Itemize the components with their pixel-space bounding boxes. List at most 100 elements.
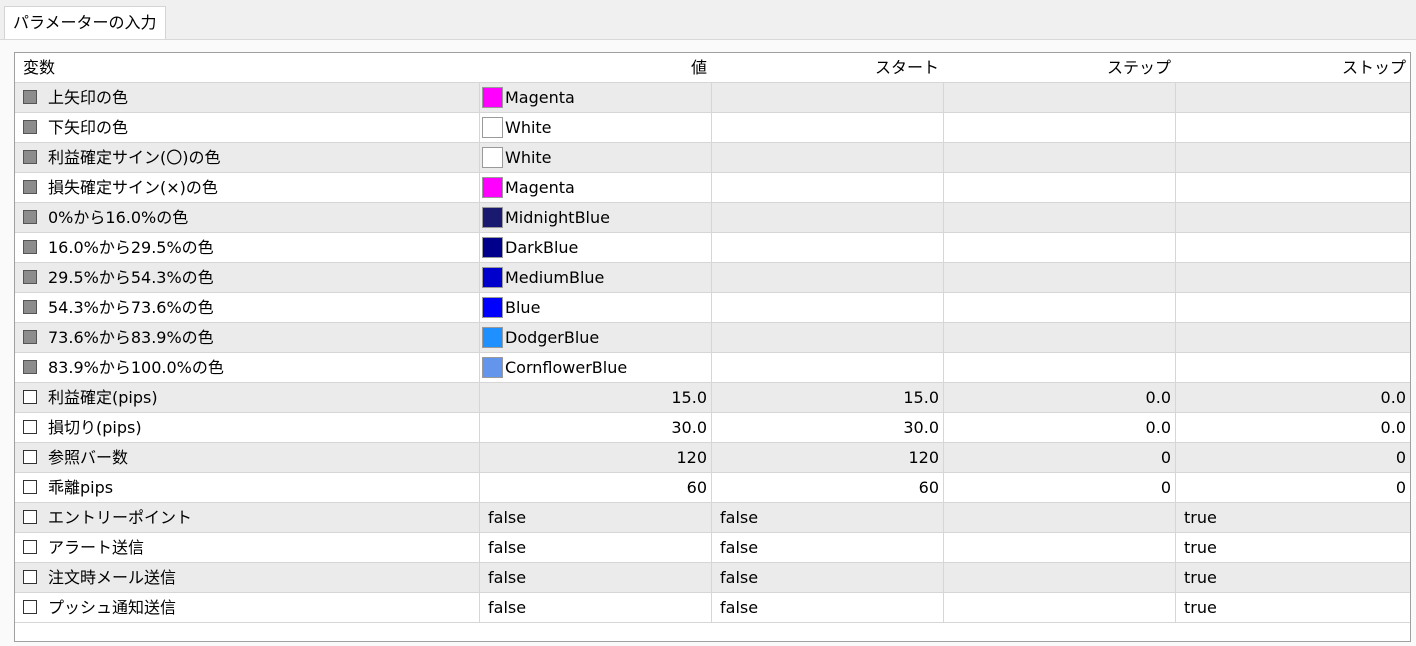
start-cell[interactable]: 30.0 [711,413,943,443]
value-cell[interactable]: false [479,533,711,563]
table-row[interactable]: 0%から16.0%の色 MidnightBlue [15,203,1410,233]
column-header-step[interactable]: ステップ [943,53,1175,83]
start-cell[interactable]: 120 [711,443,943,473]
value-cell[interactable]: Blue [479,293,711,323]
stop-cell[interactable]: 0.0 [1175,413,1410,443]
value-cell[interactable]: false [479,503,711,533]
variable-cell[interactable]: 16.0%から29.5%の色 [15,233,479,263]
optimize-checkbox[interactable] [23,330,37,344]
step-cell[interactable]: 0.0 [943,413,1175,443]
start-cell[interactable]: false [711,533,943,563]
table-row[interactable]: 29.5%から54.3%の色 MediumBlue [15,263,1410,293]
variable-cell[interactable]: 利益確定(pips) [15,383,479,413]
start-cell[interactable]: false [711,563,943,593]
table-row[interactable]: 乖離pips 60 60 0 0 [15,473,1410,503]
step-cell[interactable] [943,503,1175,533]
variable-cell[interactable]: 73.6%から83.9%の色 [15,323,479,353]
table-row[interactable]: 損失確定サイン(×)の色 Magenta [15,173,1410,203]
table-row[interactable]: 16.0%から29.5%の色 DarkBlue [15,233,1410,263]
optimize-checkbox[interactable] [23,600,37,614]
table-row[interactable]: 上矢印の色 Magenta [15,83,1410,113]
variable-cell[interactable]: 54.3%から73.6%の色 [15,293,479,323]
variable-cell[interactable]: アラート送信 [15,533,479,563]
table-row[interactable]: 注文時メール送信 false false true [15,563,1410,593]
variable-cell[interactable]: 29.5%から54.3%の色 [15,263,479,293]
variable-cell[interactable]: 損失確定サイン(×)の色 [15,173,479,203]
table-row[interactable]: 損切り(pips) 30.0 30.0 0.0 0.0 [15,413,1410,443]
variable-cell[interactable]: 0%から16.0%の色 [15,203,479,233]
stop-cell[interactable]: true [1175,593,1410,623]
optimize-checkbox[interactable] [23,300,37,314]
step-cell[interactable]: 0 [943,443,1175,473]
value-cell[interactable]: 120 [479,443,711,473]
step-cell[interactable]: 0.0 [943,383,1175,413]
stop-cell[interactable]: 0 [1175,473,1410,503]
optimize-checkbox[interactable] [23,90,37,104]
value-cell[interactable]: Magenta [479,83,711,113]
table-row[interactable]: プッシュ通知送信 false false true [15,593,1410,623]
optimize-checkbox[interactable] [23,210,37,224]
value-cell[interactable]: false [479,563,711,593]
stop-cell[interactable]: true [1175,563,1410,593]
tab-input-parameters[interactable]: パラメーターの入力 [4,6,166,40]
table-row[interactable]: 利益確定(pips) 15.0 15.0 0.0 0.0 [15,383,1410,413]
start-cell[interactable]: 60 [711,473,943,503]
variable-cell[interactable]: 損切り(pips) [15,413,479,443]
value-cell[interactable]: MediumBlue [479,263,711,293]
value-cell[interactable]: CornflowerBlue [479,353,711,383]
value-cell[interactable]: MidnightBlue [479,203,711,233]
stop-cell[interactable]: true [1175,533,1410,563]
start-cell[interactable]: false [711,593,943,623]
optimize-checkbox[interactable] [23,570,37,584]
stop-cell[interactable]: true [1175,503,1410,533]
column-header-variable[interactable]: 変数 [15,53,479,83]
variable-cell[interactable]: 注文時メール送信 [15,563,479,593]
variable-cell[interactable]: プッシュ通知送信 [15,593,479,623]
stop-cell[interactable]: 0.0 [1175,383,1410,413]
start-cell[interactable]: 15.0 [711,383,943,413]
optimize-checkbox[interactable] [23,360,37,374]
optimize-checkbox[interactable] [23,450,37,464]
step-cell[interactable] [943,593,1175,623]
variable-cell[interactable]: 乖離pips [15,473,479,503]
optimize-checkbox[interactable] [23,510,37,524]
value-cell[interactable]: DarkBlue [479,233,711,263]
value-cell[interactable]: White [479,143,711,173]
table-row[interactable]: 参照バー数 120 120 0 0 [15,443,1410,473]
optimize-checkbox[interactable] [23,390,37,404]
step-cell[interactable] [943,563,1175,593]
optimize-checkbox[interactable] [23,120,37,134]
table-row[interactable]: 下矢印の色 White [15,113,1410,143]
value-cell[interactable]: 30.0 [479,413,711,443]
table-row[interactable]: エントリーポイント false false true [15,503,1410,533]
variable-cell[interactable]: 83.9%から100.0%の色 [15,353,479,383]
value-cell[interactable]: false [479,593,711,623]
column-header-start[interactable]: スタート [711,53,943,83]
variable-cell[interactable]: エントリーポイント [15,503,479,533]
column-header-value[interactable]: 値 [479,53,711,83]
start-cell[interactable]: false [711,503,943,533]
value-cell[interactable]: Magenta [479,173,711,203]
column-header-stop[interactable]: ストップ [1175,53,1410,83]
value-cell[interactable]: White [479,113,711,143]
stop-cell[interactable]: 0 [1175,443,1410,473]
optimize-checkbox[interactable] [23,420,37,434]
variable-cell[interactable]: 参照バー数 [15,443,479,473]
optimize-checkbox[interactable] [23,270,37,284]
step-cell[interactable]: 0 [943,473,1175,503]
variable-cell[interactable]: 上矢印の色 [15,83,479,113]
table-row[interactable]: 54.3%から73.6%の色 Blue [15,293,1410,323]
optimize-checkbox[interactable] [23,180,37,194]
table-row[interactable]: 83.9%から100.0%の色 CornflowerBlue [15,353,1410,383]
variable-cell[interactable]: 利益確定サイン(〇)の色 [15,143,479,173]
value-cell[interactable]: 15.0 [479,383,711,413]
optimize-checkbox[interactable] [23,540,37,554]
optimize-checkbox[interactable] [23,480,37,494]
optimize-checkbox[interactable] [23,240,37,254]
value-cell[interactable]: 60 [479,473,711,503]
value-cell[interactable]: DodgerBlue [479,323,711,353]
step-cell[interactable] [943,533,1175,563]
table-row[interactable]: アラート送信 false false true [15,533,1410,563]
optimize-checkbox[interactable] [23,150,37,164]
table-row[interactable]: 利益確定サイン(〇)の色 White [15,143,1410,173]
